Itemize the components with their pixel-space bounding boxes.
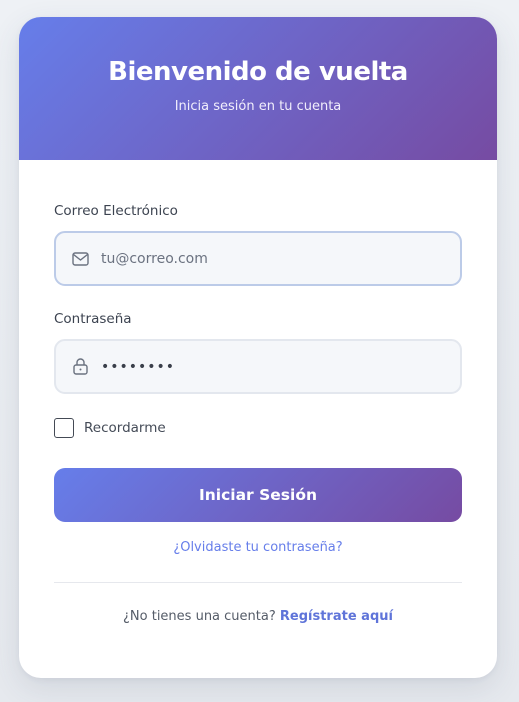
- page-subtitle: Inicia sesión en tu cuenta: [174, 99, 342, 114]
- password-input[interactable]: ••••••••: [101, 359, 175, 375]
- login-card: Bienvenido de vuelta Inicia sesión en tu…: [19, 17, 497, 678]
- remember-label[interactable]: Recordarme: [84, 420, 166, 436]
- remember-row: Recordarme: [54, 418, 462, 438]
- login-form: Correo Electrónico Contraseña ••••••••: [19, 160, 497, 624]
- password-label: Contraseña: [54, 311, 132, 327]
- page-title: Bienvenido de vuelta: [108, 57, 408, 87]
- signup-link[interactable]: Regístrate aquí: [280, 609, 393, 624]
- email-input[interactable]: [101, 250, 441, 267]
- login-button[interactable]: Iniciar Sesión: [54, 468, 462, 522]
- signup-row: ¿No tienes una cuenta? Regístrate aquí: [54, 609, 462, 624]
- signup-prompt: ¿No tienes una cuenta?: [123, 609, 276, 624]
- email-label: Correo Electrónico: [54, 203, 178, 219]
- password-field[interactable]: ••••••••: [54, 339, 462, 394]
- remember-checkbox[interactable]: [54, 418, 74, 438]
- lock-icon: [71, 358, 89, 376]
- forgot-password-link[interactable]: ¿Olvidaste tu contraseña?: [54, 540, 462, 555]
- login-header: Bienvenido de vuelta Inicia sesión en tu…: [19, 17, 497, 160]
- envelope-icon: [71, 250, 89, 268]
- email-field[interactable]: [54, 231, 462, 286]
- divider: [54, 582, 462, 583]
